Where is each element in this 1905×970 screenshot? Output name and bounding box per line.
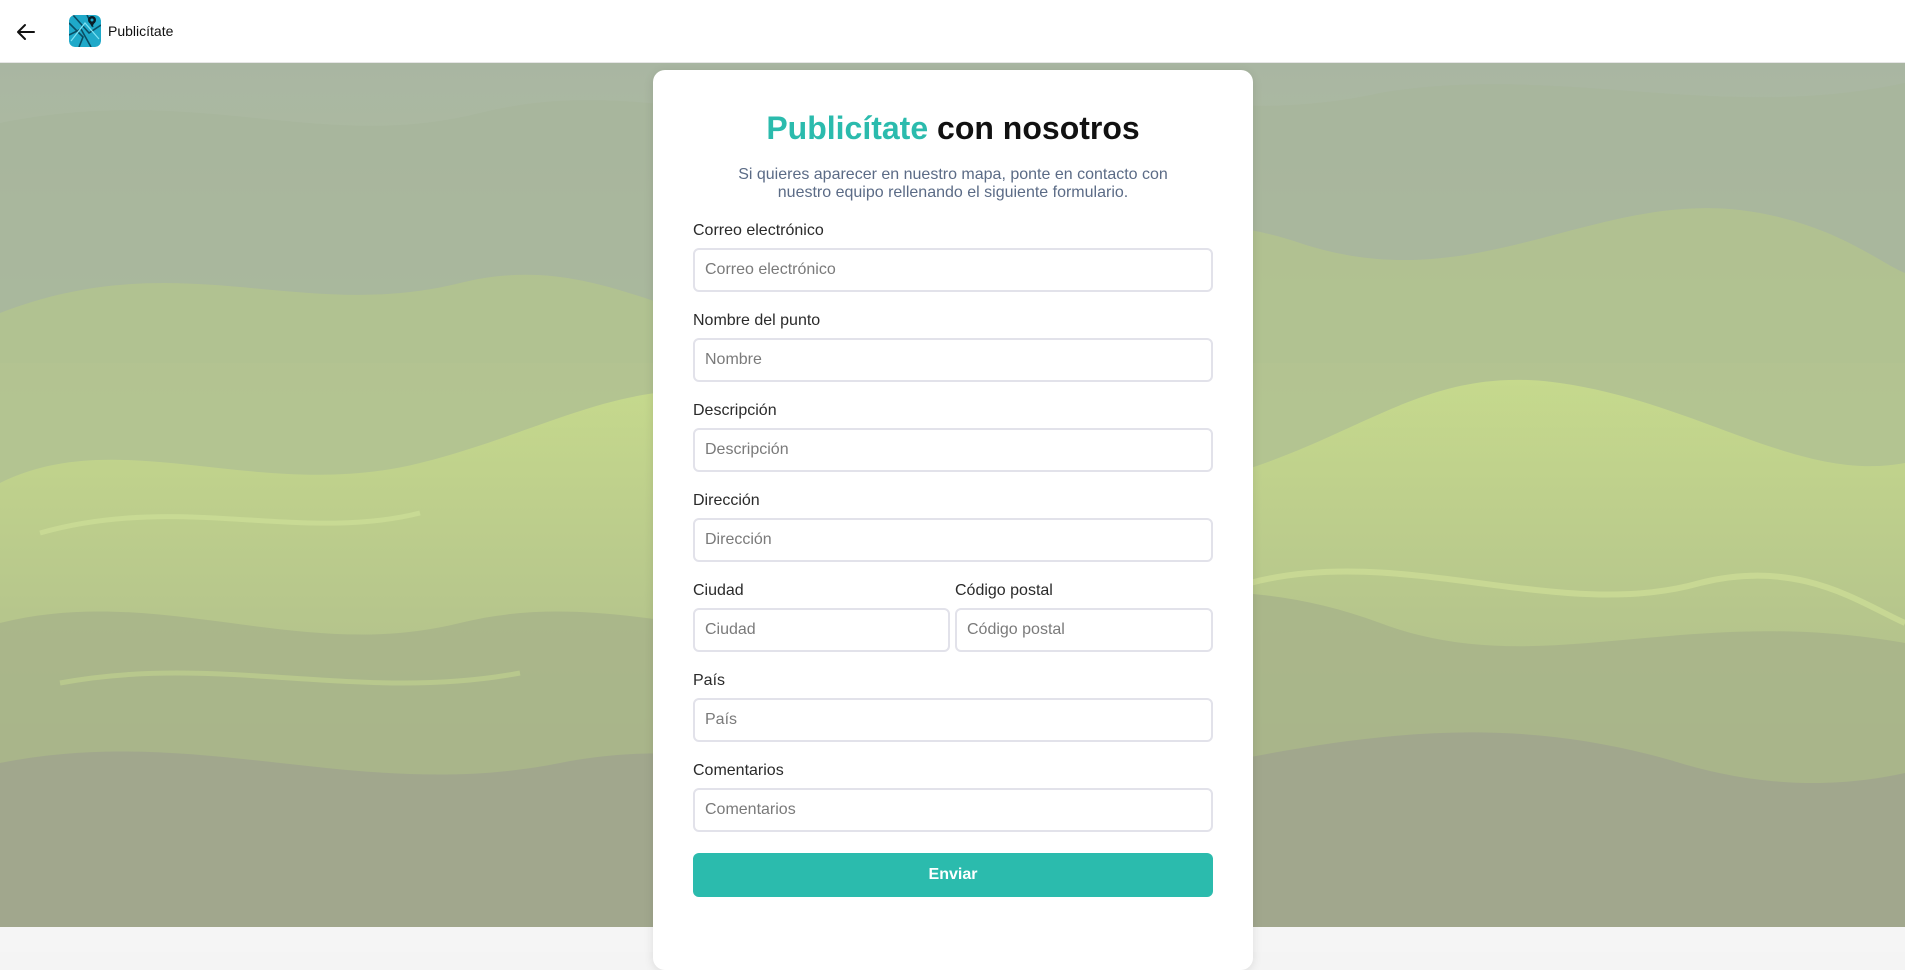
point-name-label: Nombre del punto [693, 312, 821, 329]
back-button[interactable] [12, 18, 40, 46]
top-bar: Publicítate [0, 0, 1905, 63]
country-label: País [693, 672, 726, 689]
email-field[interactable] [693, 248, 1213, 292]
app-title: Publicítate [108, 23, 174, 39]
form-title: Publicítate con nosotros [653, 110, 1253, 147]
submit-button[interactable]: Enviar [693, 853, 1213, 897]
city-label: Ciudad [693, 582, 744, 599]
form-subtitle: Si quieres aparecer en nuestro mapa, pon… [738, 166, 1168, 201]
map-pin-logo-icon [69, 15, 101, 47]
postal-code-field[interactable] [955, 608, 1213, 652]
form-title-rest: con nosotros [928, 110, 1140, 146]
contact-form-card: Publicítate con nosotros Si quieres apar… [653, 70, 1253, 970]
email-label: Correo electrónico [693, 222, 824, 239]
form-title-accent: Publicítate [766, 110, 929, 146]
arrow-left-icon [17, 24, 35, 40]
description-field[interactable] [693, 428, 1213, 472]
comments-label: Comentarios [693, 762, 784, 779]
point-name-field[interactable] [693, 338, 1213, 382]
address-label: Dirección [693, 492, 760, 509]
country-field[interactable] [693, 698, 1213, 742]
description-label: Descripción [693, 402, 777, 419]
city-field[interactable] [693, 608, 950, 652]
comments-field[interactable] [693, 788, 1213, 832]
postal-code-label: Código postal [955, 582, 1053, 599]
address-field[interactable] [693, 518, 1213, 562]
